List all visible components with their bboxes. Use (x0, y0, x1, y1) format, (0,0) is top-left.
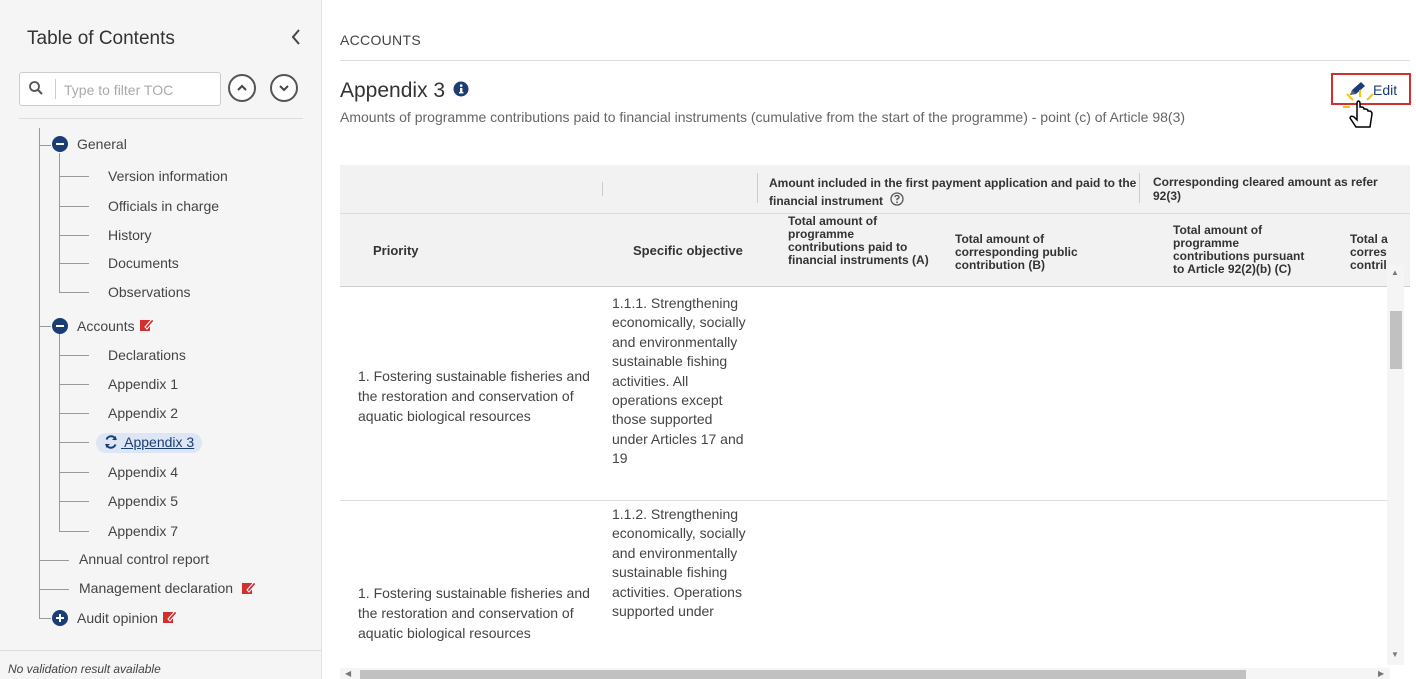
toc-item-appendix-1[interactable]: Appendix 1 (108, 376, 178, 392)
tree-line (39, 145, 51, 146)
group-header-text: Corresponding cleared amount as refer (1153, 175, 1378, 189)
tree-line (59, 442, 89, 443)
tree-line (59, 355, 89, 356)
group-header-text: 92(3) (1153, 189, 1182, 203)
divider (19, 118, 303, 119)
tree-line (59, 501, 89, 502)
tree-line (39, 326, 51, 327)
search-divider (55, 79, 56, 99)
appendix-table: Amount included in the first payment app… (340, 165, 1410, 679)
toc-item-documents[interactable]: Documents (108, 255, 179, 271)
toc-item-appendix-2[interactable]: Appendix 2 (108, 405, 178, 421)
column-header-priority[interactable]: Priority (373, 244, 419, 257)
next-match-button[interactable] (270, 74, 298, 102)
toc-item-label: Appendix 3 (124, 434, 195, 450)
tree-line (59, 235, 89, 236)
horizontal-scrollbar-thumb[interactable] (360, 670, 1246, 679)
toc-sidebar: Table of Contents General Version inform… (0, 0, 322, 679)
toc-search-input[interactable] (62, 79, 216, 101)
edit-pen-icon (241, 580, 257, 598)
expand-icon[interactable] (52, 610, 68, 626)
refresh-icon (104, 435, 118, 452)
tree-line (59, 472, 89, 473)
collapse-icon[interactable] (52, 136, 68, 152)
tree-line (39, 589, 69, 590)
vertical-scrollbar-thumb[interactable] (1390, 311, 1402, 369)
toc-item-label: General (77, 136, 127, 152)
group-header-text: Amount included in the first payment app… (769, 176, 1137, 208)
toc-item-version-information[interactable]: Version information (108, 168, 228, 184)
tree-line (59, 384, 89, 385)
column-header-specific-objective[interactable]: Specific objective (633, 244, 743, 257)
toc-item-label: Audit opinion (77, 610, 158, 626)
search-icon (28, 80, 44, 99)
toc-item-general[interactable]: General (52, 136, 127, 152)
column-header-col-c[interactable]: Total amount of programme contributions … (1173, 224, 1305, 276)
toc-item-accounts[interactable]: Accounts (52, 317, 155, 335)
page-subtitle: Amounts of programme contributions paid … (340, 109, 1186, 125)
scroll-left-icon[interactable]: ◀ (345, 669, 351, 678)
previous-match-button[interactable] (228, 74, 256, 102)
tree-line (59, 263, 89, 264)
cell-specific-objective: 1.1.1. Strengthening economically, socia… (612, 295, 746, 467)
group-header-first-payment: Amount included in the first payment app… (769, 174, 1139, 211)
help-icon[interactable] (890, 192, 905, 211)
tree-line (39, 618, 51, 619)
column-header-col-a[interactable]: Total amount of programme contributions … (788, 215, 933, 267)
table-column-header: Priority Specific objective Total amount… (340, 214, 1410, 287)
table-group-header: Amount included in the first payment app… (340, 165, 1410, 214)
toc-item-appendix-4[interactable]: Appendix 4 (108, 464, 178, 480)
column-header-col-b[interactable]: Total amount of corresponding public con… (955, 233, 1095, 272)
collapse-sidebar-icon[interactable] (290, 28, 302, 52)
tree-line (39, 128, 40, 618)
tree-line (59, 153, 60, 292)
toc-item-officials-in-charge[interactable]: Officials in charge (108, 198, 219, 214)
toc-item-appendix-3[interactable]: Appendix 3 (96, 433, 203, 453)
edit-pen-icon (139, 317, 155, 335)
scroll-up-icon[interactable]: ▲ (1391, 268, 1399, 277)
divider (0, 650, 322, 651)
toc-item-history[interactable]: History (108, 227, 152, 243)
cell-priority: 1. Fostering sustainable fisheries and t… (358, 368, 590, 424)
page-title: Appendix 3 (340, 79, 469, 103)
tree-line (59, 206, 89, 207)
cell-priority: 1. Fostering sustainable fisheries and t… (358, 585, 590, 641)
scroll-right-icon[interactable]: ▶ (1378, 669, 1384, 678)
tree-line (59, 292, 89, 293)
toc-item-audit-opinion[interactable]: Audit opinion (52, 609, 178, 627)
toc-search (19, 72, 221, 106)
toc-item-appendix-7[interactable]: Appendix 7 (108, 523, 178, 539)
page-title-text: Appendix 3 (340, 79, 446, 102)
validation-status: No validation result available (8, 662, 161, 676)
toc-title: Table of Contents (27, 28, 175, 49)
table-row: 1. Fostering sustainable fisheries and t… (340, 287, 1390, 501)
group-header-cleared: Corresponding cleared amount as refer 92… (1153, 175, 1410, 203)
toc-item-management-declaration[interactable]: Management declaration (79, 580, 257, 598)
toc-item-label: Management declaration (79, 580, 234, 596)
toc-item-declarations[interactable]: Declarations (108, 347, 186, 363)
collapse-icon[interactable] (52, 318, 68, 334)
tree-line (59, 413, 89, 414)
tree-line (59, 176, 89, 177)
toc-item-observations[interactable]: Observations (108, 284, 190, 300)
tree-line (59, 531, 89, 532)
toc-item-label: Accounts (77, 318, 135, 334)
tree-line (39, 560, 69, 561)
table-row: 1. Fostering sustainable fisheries and t… (340, 501, 1390, 679)
cell-specific-objective: 1.1.2. Strengthening economically, socia… (612, 506, 746, 620)
toc-item-appendix-5[interactable]: Appendix 5 (108, 493, 178, 509)
divider (757, 173, 758, 203)
toc-item-annual-control-report[interactable]: Annual control report (79, 551, 209, 567)
scroll-down-icon[interactable]: ▼ (1391, 650, 1399, 659)
breadcrumb[interactable]: ACCOUNTS (340, 32, 421, 48)
divider (602, 182, 603, 196)
divider (340, 60, 1410, 61)
divider (1139, 173, 1140, 203)
info-icon[interactable] (453, 79, 469, 103)
cursor-hand-icon (1343, 90, 1377, 133)
edit-pen-icon (162, 609, 178, 627)
